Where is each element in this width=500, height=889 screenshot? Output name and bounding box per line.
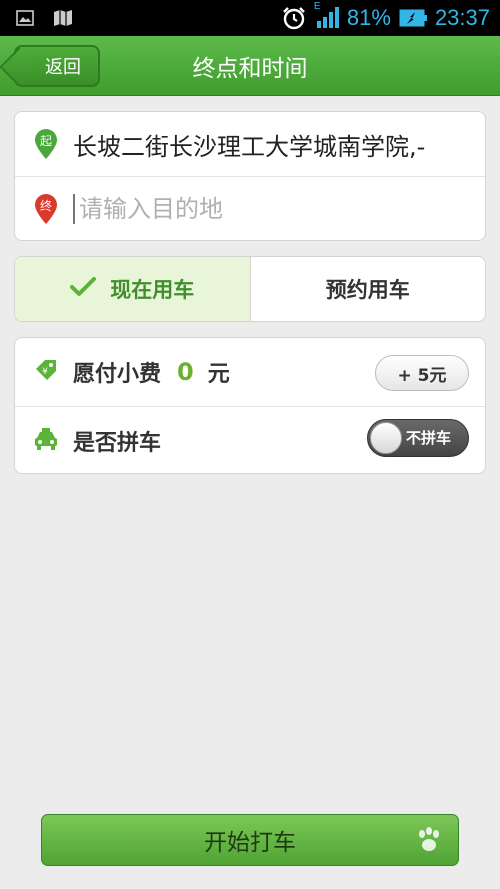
picture-icon bbox=[16, 10, 34, 26]
back-button-label: 返回 bbox=[45, 57, 81, 78]
tip-amount: 0 bbox=[177, 358, 194, 386]
svg-text:¥: ¥ bbox=[42, 367, 48, 377]
start-address-row[interactable]: 起 长坡二街长沙理工大学城南学院,- bbox=[15, 112, 485, 176]
title-bar: 返回 终点和时间 bbox=[0, 36, 500, 96]
carpool-label: 是否拼车 bbox=[73, 430, 162, 456]
battery-percent: 81% bbox=[346, 5, 391, 30]
signal-icon: E bbox=[314, 1, 339, 29]
tab-ride-now[interactable]: 现在用车 bbox=[15, 257, 251, 321]
start-taxi-button[interactable]: 开始打车 bbox=[41, 814, 459, 866]
status-notifications bbox=[16, 9, 74, 27]
status-system: E 81% 23:37 bbox=[281, 1, 490, 31]
clock: 23:37 bbox=[434, 5, 490, 30]
end-address-row[interactable]: 终 bbox=[15, 176, 485, 240]
add-tip-button[interactable]: + 5元 bbox=[375, 355, 469, 391]
check-icon bbox=[70, 276, 97, 302]
tab-ride-now-label: 现在用车 bbox=[110, 278, 195, 302]
price-tag-icon: ¥ bbox=[33, 357, 59, 387]
start-taxi-label: 开始打车 bbox=[204, 830, 296, 856]
carpool-toggle[interactable]: 不拼车 bbox=[367, 419, 469, 457]
alarm-icon bbox=[281, 6, 307, 30]
end-pin-label: 终 bbox=[40, 198, 52, 213]
toggle-knob bbox=[370, 422, 402, 454]
status-bar: E 81% 23:37 bbox=[0, 0, 500, 36]
paw-icon bbox=[414, 825, 444, 861]
tip-label: 愿付小费 bbox=[73, 362, 162, 387]
carpool-row: 是否拼车 不拼车 bbox=[15, 406, 485, 473]
tab-reserve[interactable]: 预约用车 bbox=[251, 257, 486, 321]
tab-reserve-label: 预约用车 bbox=[325, 278, 410, 302]
destination-input[interactable] bbox=[73, 194, 485, 224]
options-card: ¥ 愿付小费 0 元 + 5元 是否拼车 不拼车 bbox=[14, 337, 486, 474]
end-pin-icon: 终 bbox=[33, 193, 59, 225]
ride-time-tabs: 现在用车 预约用车 bbox=[14, 256, 486, 322]
start-pin-label: 起 bbox=[40, 134, 52, 148]
start-address: 长坡二街长沙理工大学城南学院,- bbox=[73, 132, 426, 161]
carpool-toggle-label: 不拼车 bbox=[406, 429, 452, 447]
taxi-icon bbox=[33, 427, 59, 455]
battery-icon bbox=[399, 9, 427, 27]
back-button[interactable]: 返回 bbox=[14, 45, 100, 87]
network-type: E bbox=[313, 1, 321, 12]
route-card: 起 长坡二街长沙理工大学城南学院,- 终 bbox=[14, 111, 486, 241]
map-icon bbox=[52, 9, 74, 27]
start-pin-icon: 起 bbox=[33, 128, 59, 160]
tip-unit: 元 bbox=[207, 362, 230, 387]
tip-row: ¥ 愿付小费 0 元 + 5元 bbox=[15, 338, 485, 406]
